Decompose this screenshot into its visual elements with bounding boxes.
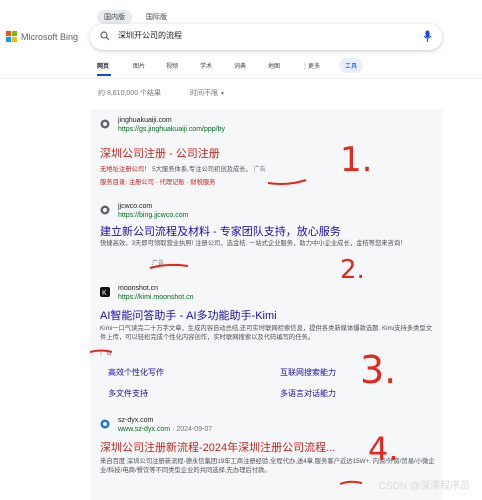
annotation-number: 3.: [360, 348, 397, 392]
annotation-underline: [89, 349, 113, 353]
annotation-number: 4.: [368, 430, 399, 468]
annotation-underline: [267, 179, 307, 185]
annotation-number: 1.: [340, 140, 373, 180]
annotation-underline: [149, 263, 189, 269]
annotation-underline: [339, 480, 363, 485]
annotation-number: 2.: [340, 255, 365, 285]
csdn-watermark: CSDN @深漂程序员: [378, 481, 470, 492]
annotation-layer: [89, 179, 363, 485]
